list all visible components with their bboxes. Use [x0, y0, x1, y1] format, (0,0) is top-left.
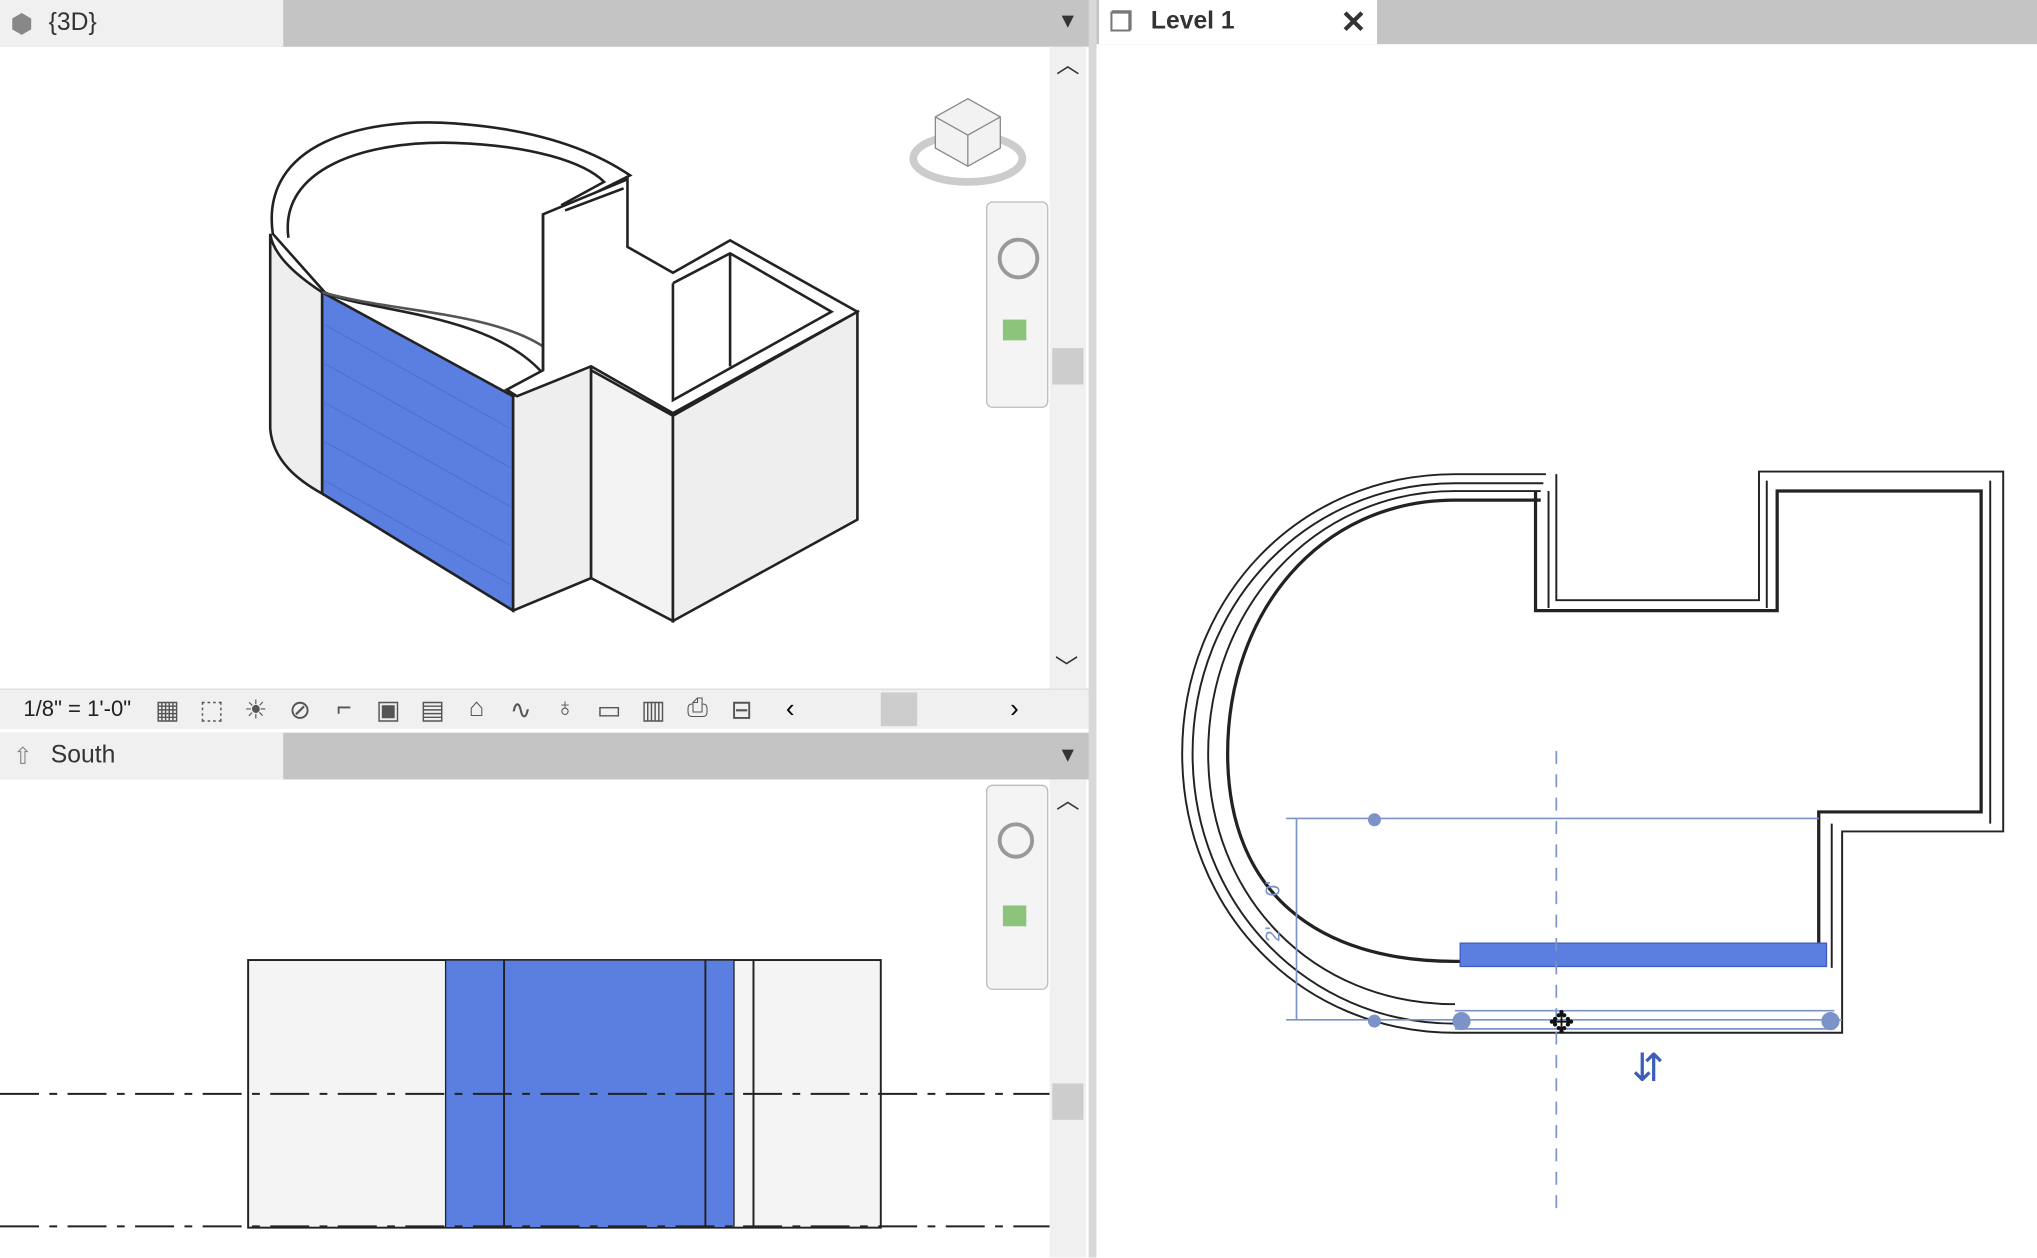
scroll-up-arrow[interactable]: ︿	[1050, 787, 1086, 813]
tab-level-1-label: Level 1	[1150, 7, 1235, 36]
scroll-down-arrow[interactable]: ﹀	[1055, 655, 1078, 681]
section-box-icon[interactable]: ⬚	[196, 693, 227, 725]
hide-crop-icon[interactable]: ▣	[373, 693, 404, 725]
tab-south-label: South	[50, 741, 116, 770]
unlock-view-icon[interactable]: ▤	[417, 693, 448, 725]
view-cube[interactable]	[909, 91, 1027, 192]
tab-3d-label: {3D}	[48, 9, 97, 37]
zoom-region-icon[interactable]	[1002, 905, 1027, 927]
3d-vertical-scrollbar[interactable]: ︿ ﹀	[1049, 46, 1087, 689]
reveal-constraints-icon[interactable]: ⎙	[682, 693, 713, 725]
shadows-icon[interactable]: ⊘	[284, 693, 315, 725]
crop-icon[interactable]: ⌐	[329, 693, 360, 725]
horizontal-scroll-thumb[interactable]	[880, 692, 917, 727]
steering-wheel-icon[interactable]	[997, 237, 1040, 280]
wall-face-center	[511, 361, 593, 613]
tab-south[interactable]: ⇧ South	[0, 732, 284, 780]
view-divider[interactable]	[1088, 0, 1097, 1258]
wall-end-grip	[1821, 1011, 1840, 1031]
highlight-displacement-icon[interactable]: ▥	[638, 693, 669, 725]
scroll-left-arrow[interactable]: ‹	[786, 694, 795, 724]
scroll-thumb[interactable]	[1052, 348, 1084, 385]
wall-end-grip	[1367, 1014, 1381, 1028]
view-menu-icon[interactable]: ▼	[1057, 10, 1078, 33]
worksharing-icon[interactable]: ⊟	[726, 693, 757, 725]
temporary-hide-icon[interactable]: ⌂	[461, 693, 492, 725]
south-vertical-scrollbar[interactable]: ︿	[1049, 779, 1087, 1258]
scale-selector[interactable]: 1/8" = 1'-0"	[23, 696, 131, 722]
tab-level-1[interactable]: ❐ Level 1 ✕	[1099, 0, 1378, 45]
zoom-region-icon[interactable]	[1002, 319, 1027, 341]
2d-wheel-icon[interactable]	[997, 822, 1035, 859]
dimension-label-1: 0'	[1262, 881, 1285, 897]
south-elevation-drawing	[0, 959, 1050, 1229]
selected-wall-plan	[1459, 942, 1828, 968]
analytical-model-icon[interactable]: ▭	[594, 693, 625, 725]
tab-3d[interactable]: ⬢ {3D}	[0, 0, 284, 47]
close-icon[interactable]: ✕	[1341, 3, 1367, 41]
navigation-bar-3d	[986, 201, 1049, 408]
south-view-menu-icon[interactable]: ▼	[1057, 744, 1078, 767]
3d-house-icon: ⬢	[10, 9, 34, 39]
wall-end-grip	[1367, 813, 1381, 827]
view-control-bar: 1/8" = 1'-0" ▦ ⬚ ☀ ⊘ ⌐ ▣ ▤ ⌂ ∿ ♁ ▭ ▥ ⎙ ⊟ ‹ ›	[0, 688, 1092, 729]
scroll-up-arrow[interactable]: ︿	[1050, 52, 1086, 78]
dimension-label-2: 2'	[1262, 926, 1285, 942]
scroll-right-arrow[interactable]: ›	[1010, 694, 1019, 724]
floor-plan-icon: ❐	[1109, 8, 1133, 38]
navigation-bar-south	[986, 784, 1049, 990]
selected-wall-face	[320, 290, 515, 613]
3d-model-drawing	[268, 121, 861, 624]
move-cursor-icon: ✥	[1549, 1005, 1575, 1040]
scroll-thumb[interactable]	[1052, 1083, 1084, 1120]
sun-path-icon[interactable]: ☀	[240, 693, 271, 725]
floor-plan-drawing: 0' 2' ⇵ ✥	[1181, 470, 2005, 1209]
flip-control-icon[interactable]: ⇵	[1632, 1047, 1665, 1090]
lock-3d-icon[interactable]: ♁	[549, 693, 580, 725]
elevation-arrow-icon: ⇧	[12, 742, 33, 769]
reveal-hidden-icon[interactable]: ∿	[505, 693, 536, 725]
wall-end-grip	[1452, 1011, 1471, 1031]
visual-style-icon[interactable]: ▦	[152, 693, 183, 725]
wall-face-notch	[589, 368, 675, 624]
